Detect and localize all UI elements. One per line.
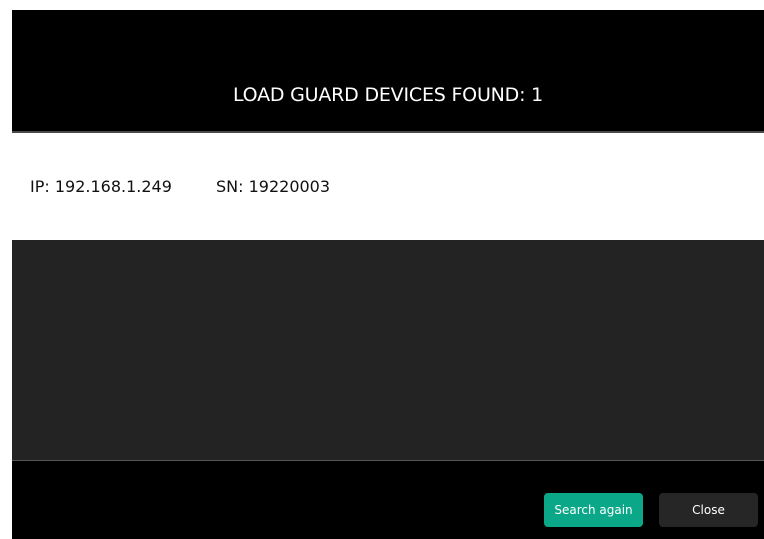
- device-search-dialog: LOAD GUARD DEVICES FOUND: 1 IP: 192.168.…: [12, 10, 764, 539]
- dialog-title: LOAD GUARD DEVICES FOUND: 1: [232, 84, 544, 106]
- search-again-button[interactable]: Search again: [544, 493, 643, 527]
- device-row[interactable]: IP: 192.168.1.249 SN: 19220003: [12, 177, 764, 201]
- device-results-list: IP: 192.168.1.249 SN: 19220003: [12, 133, 764, 240]
- empty-results-area: [12, 240, 764, 460]
- close-button[interactable]: Close: [659, 493, 758, 527]
- dialog-footer: Search again Close: [12, 461, 764, 539]
- device-serial-number: SN: 19220003: [216, 177, 331, 196]
- device-ip: IP: 192.168.1.249: [30, 177, 172, 196]
- dialog-header: LOAD GUARD DEVICES FOUND: 1: [12, 10, 764, 131]
